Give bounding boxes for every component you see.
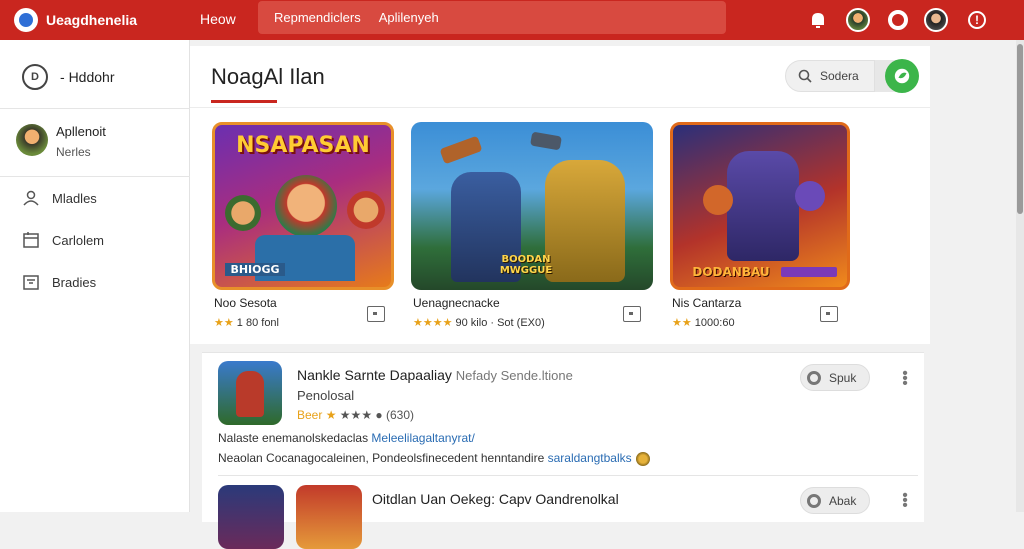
action-icon [807, 493, 821, 508]
nav-home-link[interactable]: Heow [200, 11, 236, 27]
search-tab-2[interactable]: Aplilenyeh [379, 10, 439, 25]
sidebar-item-label: Bradies [52, 274, 97, 290]
hero-face [275, 175, 337, 237]
sidekick-left [225, 195, 261, 231]
list-item-1-title[interactable]: Nankle Sarnte Dapaaliay Nefady Sende.lti… [297, 367, 573, 383]
profile-name: Apllenoit [56, 124, 106, 139]
brand[interactable]: Ueagdhenelia [14, 8, 204, 32]
sidebar-header[interactable]: D - Hddohr [22, 64, 114, 90]
list-item-2-action-button[interactable]: Abak [800, 487, 870, 514]
sidebar-header-icon: D [22, 64, 48, 90]
action-icon [807, 370, 821, 385]
list-item-1-icon-figure [236, 371, 264, 417]
more-options-icon[interactable]: • • • [902, 366, 908, 392]
save-icon[interactable] [367, 306, 385, 322]
avatar [16, 124, 48, 156]
user-avatar-1[interactable] [846, 8, 870, 32]
game-art-3-subtitle: DODANBAU [692, 265, 770, 279]
list-item-2-icon-b[interactable] [296, 485, 362, 549]
leaf-icon [894, 68, 910, 84]
mech-robot [727, 151, 799, 261]
description-link[interactable]: Meleelilagaltanyrat/ [371, 431, 474, 445]
rating-stars: ★★ [672, 317, 692, 329]
notification-bell-icon[interactable] [808, 10, 824, 28]
top-bar: Ueagdhenelia Heow Repmendiclers Aplileny… [0, 0, 1024, 40]
game-card-1[interactable]: NSAPASAN BHIOGG Noo Sesota ★★ 1 80 fonl [212, 122, 394, 329]
game-art-1[interactable]: NSAPASAN BHIOGG [212, 122, 394, 290]
top-icons: ! [794, 0, 1024, 40]
title-underline [211, 100, 277, 103]
profile-subtitle: Nerles [56, 145, 91, 159]
list-item-2-title[interactable]: Oitdlan Uan Oekeg: Capv Oandrenolkal [372, 491, 619, 507]
sidebar-divider [0, 108, 190, 109]
list-item-1-rating: Beer ★ ★★★ ● (630) [297, 408, 415, 422]
save-icon[interactable] [623, 306, 641, 322]
brand-logo-icon [14, 8, 38, 32]
game-art-2-subtitle: BOODAN MWGGUE [499, 254, 553, 276]
list-item-1-description-2: Neaolan Cocanagocaleinen, Pondeolsfinece… [218, 451, 650, 466]
scrollbar-thumb[interactable] [1017, 44, 1023, 214]
sidebar-item-label: Carlolem [52, 232, 105, 248]
featured-go-button[interactable] [885, 59, 919, 93]
page-title: NoagAl Ilan [211, 64, 325, 89]
sidebar-header-label: - Hddohr [60, 69, 115, 85]
sidebar: D - Hddohr Apllenoit Nerles Mladles Carl… [0, 40, 190, 512]
game-name-3: Nis Cantarza [672, 296, 742, 310]
game-rating-3: ★★ 1000:60 [672, 317, 735, 329]
list-item-2-icon[interactable] [218, 485, 284, 549]
mech-fist-right [795, 181, 825, 211]
list-item-1-icon[interactable] [218, 361, 282, 425]
brand-name: Ueagdhenelia [46, 12, 138, 28]
game-name-2: Uenagnecnacke [413, 296, 500, 310]
sidebar-item-label: Mladles [52, 190, 97, 206]
top-search-bar[interactable]: Repmendiclers Aplilenyeh [258, 1, 726, 34]
save-icon[interactable] [820, 306, 838, 322]
featured-divider [190, 107, 930, 108]
sidebar-profile[interactable]: Apllenoit Nerles [16, 124, 106, 159]
list-item-1-subtitle: Penolosal [297, 388, 355, 403]
featured-section: NoagAl Ilan Sodera NSAPASAN BHIOGG Noo S… [190, 46, 930, 344]
game-card-2[interactable]: BOODAN MWGGUE Uenagnecnacke ★★★★ 90 kilo… [411, 122, 653, 329]
scrollbar[interactable] [1016, 40, 1024, 512]
rating-stars: ★★★★ [413, 317, 453, 329]
tray-icon [23, 275, 39, 290]
search-icon [798, 69, 812, 83]
sidebar-item-mladles[interactable]: Mladles [22, 189, 97, 207]
list-divider [218, 475, 918, 476]
game-art-1-title: NSAPASAN [236, 133, 370, 158]
list-item-1-action-button[interactable]: Spuk [800, 364, 870, 391]
person-icon [23, 190, 39, 206]
status-ring-icon[interactable] [888, 10, 908, 30]
game-rating-2: ★★★★ 90 kilo · Sot (EX0) [413, 317, 545, 329]
user-avatar-2[interactable] [924, 8, 948, 32]
aircraft-left [439, 135, 483, 165]
featured-search-label: Sodera [820, 69, 859, 83]
featured-search-button[interactable]: Sodera [785, 60, 875, 92]
more-options-icon[interactable]: • • • [902, 488, 908, 514]
alert-icon[interactable]: ! [968, 11, 986, 29]
game-art-2[interactable]: BOODAN MWGGUE [411, 122, 653, 290]
game-card-3[interactable]: DODANBAU Nis Cantarza ★★ 1000:60 [670, 122, 850, 329]
mech-fist-left [703, 185, 733, 215]
aircraft-right [530, 131, 562, 151]
game-rating-1: ★★ 1 80 fonl [214, 317, 279, 329]
calendar-icon [23, 232, 39, 248]
sidebar-divider [0, 176, 190, 177]
badge-icon [635, 451, 650, 466]
rating-stars: ★★ [214, 317, 234, 329]
game-art-1-subtitle: BHIOGG [225, 263, 285, 276]
sidekick-right [347, 191, 385, 229]
description-link-2[interactable]: saraldangtbalks [548, 451, 632, 465]
app-list: Nankle Sarnte Dapaaliay Nefady Sende.lti… [202, 352, 924, 549]
sidebar-item-bradies[interactable]: Bradies [22, 273, 96, 291]
game-name-1: Noo Sesota [214, 296, 277, 310]
game-art-3-badge [781, 267, 837, 277]
list-item-1-description: Nalaste enemanolskedaclas Meleelilagalta… [218, 431, 475, 445]
sidebar-item-carlolem[interactable]: Carlolem [22, 231, 104, 249]
search-tab-1[interactable]: Repmendiclers [274, 10, 361, 25]
game-art-3[interactable]: DODANBAU [670, 122, 850, 290]
